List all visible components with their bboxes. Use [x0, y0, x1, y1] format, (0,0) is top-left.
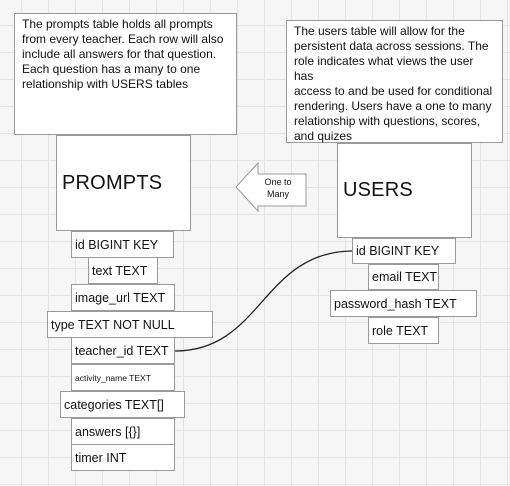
prompts-description-note: The prompts table holds all prompts from… — [14, 13, 237, 135]
prompts-field-id[interactable]: id BIGINT KEY — [71, 231, 174, 258]
relationship-label: One to Many — [264, 177, 292, 199]
users-field-email[interactable]: email TEXT — [368, 264, 439, 290]
prompts-field-timer[interactable]: timer INT — [71, 444, 175, 471]
prompts-field-teacher-id[interactable]: teacher_id TEXT — [71, 337, 175, 364]
users-field-role[interactable]: role TEXT — [368, 317, 439, 344]
prompts-field-categories[interactable]: categories TEXT[] — [60, 391, 185, 418]
prompts-field-answers[interactable]: answers [{}] — [71, 418, 175, 445]
prompts-field-activity-name[interactable]: activity_name TEXT — [71, 364, 175, 391]
prompts-entity-title[interactable]: PROMPTS — [56, 135, 191, 231]
users-description-note: The users table will allow for the persi… — [286, 20, 503, 143]
users-entity-title[interactable]: USERS — [337, 143, 472, 238]
prompts-field-image-url[interactable]: image_url TEXT — [71, 284, 175, 311]
users-field-id[interactable]: id BIGINT KEY — [352, 238, 456, 264]
users-field-password-hash[interactable]: password_hash TEXT — [330, 290, 477, 317]
prompts-field-text[interactable]: text TEXT — [88, 257, 158, 284]
prompts-field-type[interactable]: type TEXT NOT NULL — [47, 311, 213, 338]
